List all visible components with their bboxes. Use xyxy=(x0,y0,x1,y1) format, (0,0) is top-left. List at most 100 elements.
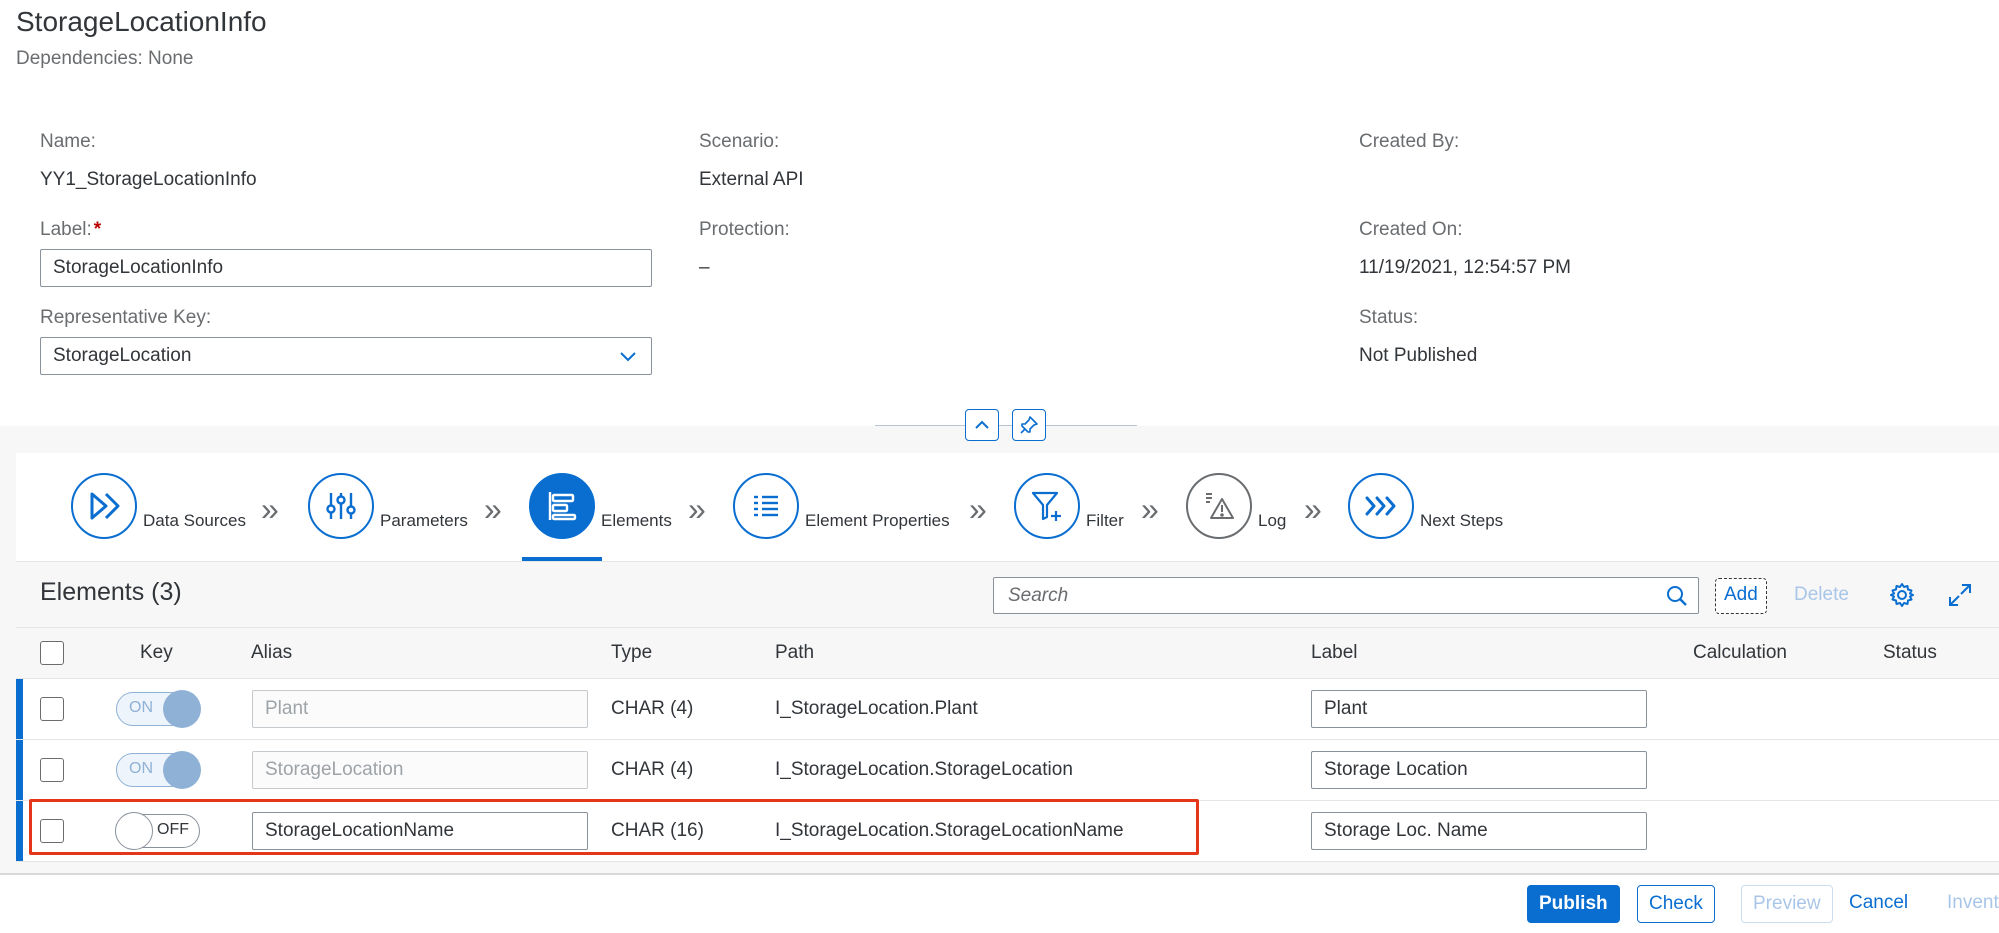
filter-add-icon xyxy=(1014,473,1080,539)
status-label: Status: xyxy=(1359,307,1419,328)
list-icon xyxy=(733,473,799,539)
toggle-knob xyxy=(163,751,201,789)
type-cell: CHAR (16) xyxy=(611,820,704,841)
step-label: Parameters xyxy=(380,511,468,530)
preview-button[interactable]: Preview xyxy=(1741,885,1833,923)
fullscreen-button[interactable] xyxy=(1945,580,1975,610)
toggle-state: ON xyxy=(129,699,153,716)
key-toggle[interactable]: OFF xyxy=(115,812,200,850)
invent-button[interactable]: Invent xyxy=(1936,885,1999,923)
created-on-value: 11/19/2021, 12:54:57 PM xyxy=(1359,257,1571,278)
gear-icon xyxy=(1890,583,1914,607)
path-cell: I_StorageLocation.StorageLocationName xyxy=(775,820,1124,841)
created-on-label: Created On: xyxy=(1359,219,1463,240)
status-value: Not Published xyxy=(1359,345,1478,366)
step-log[interactable]: Log xyxy=(1186,473,1286,539)
label-cell-input[interactable]: Storage Location xyxy=(1311,751,1647,789)
expand-icon xyxy=(1949,584,1971,606)
pin-icon xyxy=(1020,416,1038,434)
step-data-sources[interactable]: Data Sources xyxy=(71,473,246,539)
row-checkbox[interactable] xyxy=(40,819,64,843)
row-highlight-marker xyxy=(16,801,23,861)
required-marker: * xyxy=(93,219,102,240)
toggle-knob xyxy=(163,690,201,728)
column-header-path[interactable]: Path xyxy=(775,642,814,664)
step-filter[interactable]: Filter xyxy=(1014,473,1124,539)
step-parameters[interactable]: Parameters xyxy=(308,473,468,539)
chevron-up-icon xyxy=(975,420,989,429)
step-separator-icon: » xyxy=(261,491,279,527)
collapse-header-button[interactable] xyxy=(965,409,999,441)
double-play-icon xyxy=(71,473,137,539)
step-label: Log xyxy=(1258,511,1287,530)
step-label: Elements xyxy=(601,511,672,530)
label-cell-input[interactable]: Plant xyxy=(1311,690,1647,728)
representative-key-select[interactable]: StorageLocation xyxy=(40,337,652,375)
path-cell: I_StorageLocation.Plant xyxy=(775,698,978,719)
page-title: StorageLocationInfo xyxy=(16,6,267,37)
log-warning-icon xyxy=(1186,473,1252,539)
step-next-steps[interactable]: Next Steps xyxy=(1348,473,1503,539)
protection-label: Protection: xyxy=(699,219,790,240)
column-header-type[interactable]: Type xyxy=(611,642,652,664)
chevron-down-icon xyxy=(620,352,636,362)
step-label: Next Steps xyxy=(1420,511,1504,530)
triple-chevron-icon xyxy=(1348,473,1414,539)
column-header-label[interactable]: Label xyxy=(1311,642,1358,664)
page-subtitle: Dependencies: None xyxy=(16,48,194,69)
key-toggle[interactable]: ON xyxy=(116,690,201,728)
column-header-key[interactable]: Key xyxy=(140,642,173,664)
step-label: Data Sources xyxy=(143,511,246,530)
type-cell: CHAR (4) xyxy=(611,698,694,719)
search-icon[interactable] xyxy=(1666,585,1688,607)
label-cell-input[interactable]: Storage Loc. Name xyxy=(1311,812,1647,850)
step-elements[interactable]: Elements xyxy=(529,473,672,539)
representative-key-value: StorageLocation xyxy=(53,345,192,366)
settings-button[interactable] xyxy=(1887,580,1917,610)
alias-input: StorageLocation xyxy=(252,751,588,789)
alias-input[interactable]: StorageLocationName xyxy=(252,812,588,850)
scenario-label: Scenario: xyxy=(699,131,780,152)
step-element-properties[interactable]: Element Properties xyxy=(733,473,950,539)
table-row[interactable]: ON StorageLocation CHAR (4) I_StorageLoc… xyxy=(16,740,1999,801)
search-input[interactable]: Search xyxy=(993,577,1699,614)
select-all-checkbox[interactable] xyxy=(40,641,64,665)
header-divider xyxy=(875,425,1137,426)
created-by-label: Created By: xyxy=(1359,131,1460,152)
representative-key-label: Representative Key: xyxy=(40,307,212,328)
toggle-state: ON xyxy=(129,760,153,777)
alias-input: Plant xyxy=(252,690,588,728)
protection-value: – xyxy=(699,257,710,278)
name-label: Name: xyxy=(40,131,96,152)
step-separator-icon: » xyxy=(969,491,987,527)
elements-icon xyxy=(529,473,595,539)
row-checkbox[interactable] xyxy=(40,758,64,782)
key-toggle[interactable]: ON xyxy=(116,751,201,789)
delete-button[interactable]: Delete xyxy=(1786,578,1857,614)
scenario-value: External API xyxy=(699,169,804,190)
step-separator-icon: » xyxy=(1304,491,1322,527)
pin-header-button[interactable] xyxy=(1012,409,1046,441)
column-header-calculation[interactable]: Calculation xyxy=(1693,642,1787,664)
toggle-state: OFF xyxy=(157,821,189,838)
toggle-knob xyxy=(115,812,153,850)
elements-table: Key Alias Type Path Label Calculation St… xyxy=(16,627,1999,862)
step-separator-icon: » xyxy=(688,491,706,527)
table-row[interactable]: ON Plant CHAR (4) I_StorageLocation.Plan… xyxy=(16,679,1999,740)
step-separator-icon: » xyxy=(1141,491,1159,527)
label-input[interactable]: StorageLocationInfo xyxy=(40,249,652,287)
add-button[interactable]: Add xyxy=(1715,578,1767,614)
table-header: Key Alias Type Path Label Calculation St… xyxy=(16,627,1999,679)
publish-button[interactable]: Publish xyxy=(1527,885,1620,923)
table-row[interactable]: OFF StorageLocationName CHAR (16) I_Stor… xyxy=(16,801,1999,862)
check-button[interactable]: Check xyxy=(1637,885,1715,923)
column-header-status[interactable]: Status xyxy=(1883,642,1937,664)
cancel-button[interactable]: Cancel xyxy=(1838,885,1919,923)
row-checkbox[interactable] xyxy=(40,697,64,721)
step-separator-icon: » xyxy=(484,491,502,527)
row-highlight-marker xyxy=(16,740,23,800)
active-step-indicator xyxy=(522,557,602,561)
path-cell: I_StorageLocation.StorageLocation xyxy=(775,759,1073,780)
column-header-alias[interactable]: Alias xyxy=(251,642,292,664)
row-highlight-marker xyxy=(16,679,23,739)
